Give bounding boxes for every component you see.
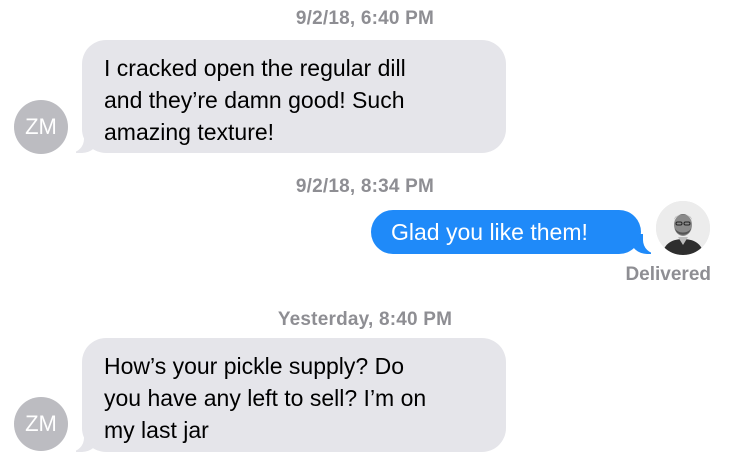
self-avatar[interactable] (656, 201, 710, 255)
message-line: I cracked open the regular dill (104, 55, 406, 81)
message-line: and they’re damn good! Such (104, 87, 405, 113)
timestamp-3: Yesterday, 8:40 PM (277, 309, 453, 330)
message-text: Glad you like them! (391, 219, 588, 245)
outgoing-message-bubble[interactable]: Glad you like them! (371, 210, 641, 254)
delivery-status: Delivered (625, 264, 711, 285)
sender-avatar[interactable]: ZM (14, 100, 68, 154)
message-line: How’s your pickle supply? Do (104, 353, 404, 379)
message-line: amazing texture! (104, 119, 275, 145)
timestamp-1: 9/2/18, 6:40 PM (295, 8, 435, 29)
incoming-message-bubble-2[interactable]: How’s your pickle supply? Do you have an… (82, 338, 506, 452)
avatar-initials: ZM (25, 114, 57, 139)
sender-avatar[interactable]: ZM (14, 397, 68, 451)
message-line: you have any left to sell? I’m on (104, 385, 427, 411)
incoming-message-bubble-1[interactable]: I cracked open the regular dill and they… (82, 40, 506, 153)
avatar-initials: ZM (25, 411, 57, 436)
person-photo-icon (656, 201, 710, 255)
message-line: my last jar (104, 417, 209, 443)
timestamp-2: 9/2/18, 8:34 PM (295, 176, 435, 197)
